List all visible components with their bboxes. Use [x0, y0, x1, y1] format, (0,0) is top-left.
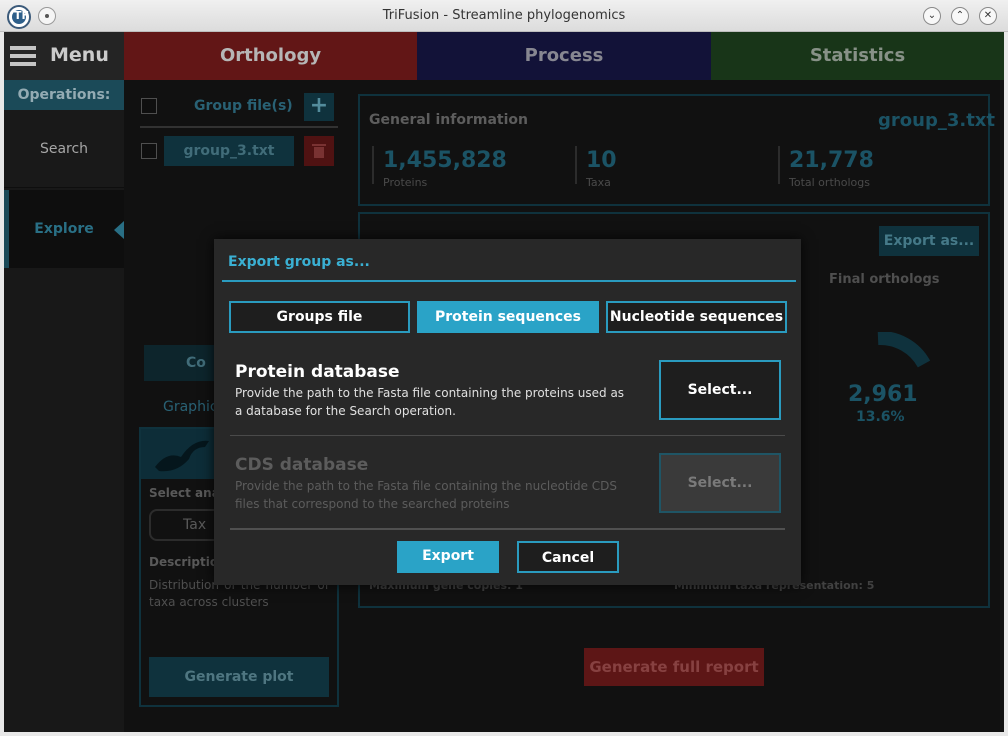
export-button[interactable]: Export	[397, 541, 499, 573]
minimize-button[interactable]: ⌄	[923, 7, 941, 25]
cancel-button[interactable]: Cancel	[517, 541, 619, 573]
cds-db-title: CDS database	[235, 455, 369, 475]
groups-file-button[interactable]: Groups file	[229, 301, 410, 333]
window-title: TriFusion - Streamline phylogenomics	[382, 8, 626, 23]
dialog-title-separator	[222, 280, 796, 282]
protein-db-title: Protein database	[235, 362, 400, 382]
nucleotide-sequences-button[interactable]: Nucleotide sequences	[606, 301, 787, 333]
export-dialog: Export group as... Groups file Protein s…	[214, 239, 801, 585]
maximize-button[interactable]: ⌃	[951, 7, 969, 25]
window-titlebar: TF TriFusion - Streamline phylogenomics …	[0, 0, 1008, 32]
row-divider	[230, 435, 785, 436]
chevron-down-icon: ⌄	[927, 10, 937, 21]
protein-sequences-button[interactable]: Protein sequences	[417, 301, 599, 333]
dialog-title: Export group as...	[228, 254, 370, 270]
close-window-button[interactable]: ✕	[979, 7, 997, 25]
footer-divider	[230, 528, 785, 530]
close-icon: ✕	[983, 10, 993, 21]
protein-db-select-button[interactable]: Select...	[659, 360, 781, 420]
chevron-up-icon: ⌃	[955, 10, 965, 21]
app-area: Menu Orthology Process Statistics Operat…	[4, 32, 1004, 732]
cds-db-select-button[interactable]: Select...	[659, 453, 781, 513]
cds-db-description: Provide the path to the Fasta file conta…	[235, 479, 618, 511]
protein-db-description: Provide the path to the Fasta file conta…	[235, 386, 625, 418]
